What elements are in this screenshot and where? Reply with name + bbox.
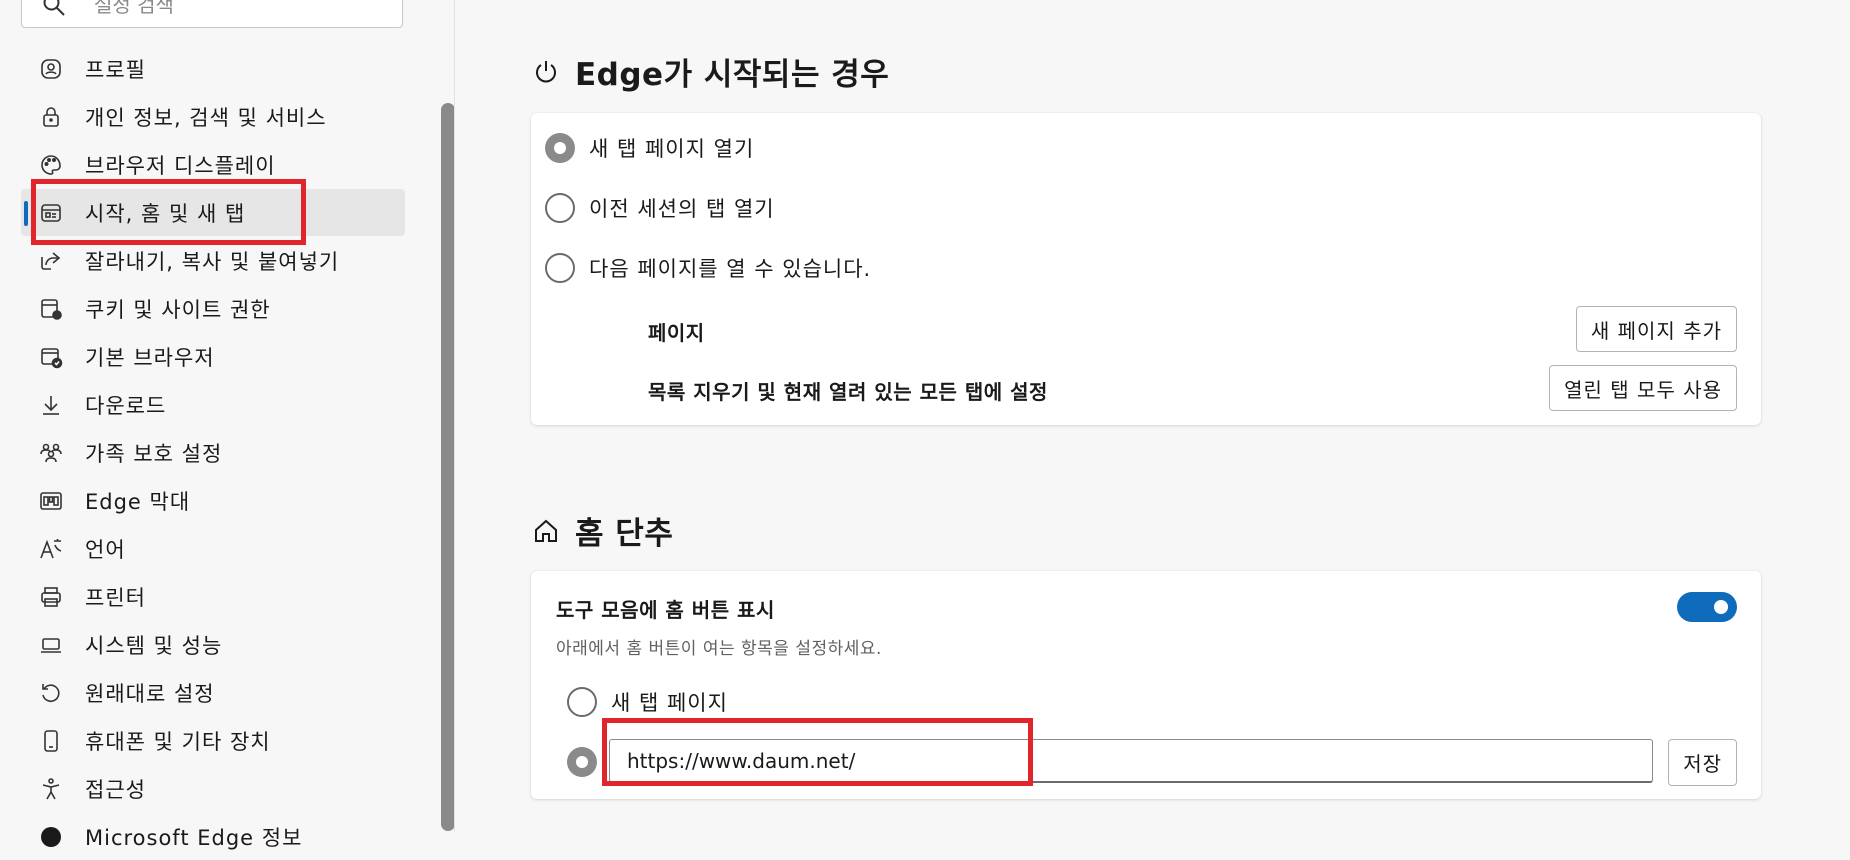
sidebar-item-profile[interactable]: 프로필	[21, 45, 405, 92]
radio-label: 새 탭 페이지 열기	[589, 137, 755, 161]
home-card: 도구 모음에 홈 버튼 표시 아래에서 홈 버튼이 여는 항목을 설정하세요. …	[531, 571, 1761, 799]
laptop-icon	[39, 633, 63, 657]
sidebar-item-accessibility[interactable]: 접근성	[21, 765, 405, 812]
sidebar-item-label: 시스템 및 성능	[85, 633, 223, 658]
sidebar-item-about-edge[interactable]: Microsoft Edge 정보	[21, 813, 405, 860]
sidebar-item-label: 가족 보호 설정	[85, 441, 223, 466]
home-url-input[interactable]	[609, 739, 1653, 783]
phone-icon	[39, 729, 63, 753]
use-all-open-tabs-button[interactable]: 열린 탭 모두 사용	[1549, 365, 1737, 411]
radio-button[interactable]	[545, 253, 575, 283]
sidebar-item-edge-bar[interactable]: Edge 막대	[21, 477, 405, 524]
sidebar-item-label: 언어	[85, 537, 126, 562]
clear-and-use-tabs-label: 목록 지우기 및 현재 열려 있는 모든 탭에 설정	[648, 380, 1048, 404]
sidebar-item-label: 원래대로 설정	[85, 681, 215, 706]
startup-option-restore-session[interactable]: 이전 세션의 탭 열기	[545, 193, 775, 223]
sidebar-item-start-home-newtab[interactable]: 시작, 홈 및 새 탭	[21, 189, 405, 236]
sidebar-item-appearance[interactable]: 브라우저 디스플레이	[21, 141, 405, 188]
sidebar-item-downloads[interactable]: 다운로드	[21, 381, 405, 428]
startup-card: 새 탭 페이지 열기 이전 세션의 탭 열기 다음 페이지를 열 수 있습니다.…	[531, 113, 1761, 425]
sidebar-item-label: 프로필	[85, 57, 146, 82]
sidebar-item-label: 접근성	[85, 777, 146, 802]
palette-icon	[39, 153, 63, 177]
sidebar-item-phone-devices[interactable]: 휴대폰 및 기타 장치	[21, 717, 405, 764]
sidebar-item-label: 다운로드	[85, 393, 167, 418]
radio-label: 새 탭 페이지	[611, 691, 728, 715]
settings-search-input[interactable]	[92, 0, 386, 19]
sidebar-item-label: 브라우저 디스플레이	[85, 153, 276, 178]
sidebar-item-privacy[interactable]: 개인 정보, 검색 및 서비스	[21, 93, 405, 140]
sidebar-item-label: Microsoft Edge 정보	[85, 825, 303, 850]
show-home-button-description: 아래에서 홈 버튼이 여는 항목을 설정하세요.	[556, 639, 882, 659]
sidebar-item-default-browser[interactable]: 기본 브라우저	[21, 333, 405, 380]
radio-label: 다음 페이지를 열 수 있습니다.	[589, 257, 872, 281]
show-home-button-label: 도구 모음에 홈 버튼 표시	[556, 598, 775, 622]
sidebar-item-label: 쿠키 및 사이트 권한	[85, 297, 271, 322]
settings-search-box[interactable]	[21, 0, 403, 28]
reset-icon	[39, 681, 63, 705]
startup-section-title: Edge가 시작되는 경우	[533, 49, 889, 94]
home-option-new-tab[interactable]: 새 탭 페이지	[567, 687, 728, 717]
startup-title-text: Edge가 시작되는 경우	[575, 57, 890, 93]
edge-logo-icon	[39, 825, 63, 849]
power-icon	[533, 59, 559, 85]
sidebar-item-label: 프린터	[85, 585, 146, 610]
sidebar-item-cookies-permissions[interactable]: 쿠키 및 사이트 권한	[21, 285, 405, 332]
home-title-text: 홈 단추	[575, 516, 674, 552]
family-icon	[39, 441, 63, 465]
printer-icon	[39, 585, 63, 609]
sidebar-item-label: 기본 브라우저	[85, 345, 215, 370]
download-icon	[39, 393, 63, 417]
radio-button-checked[interactable]	[567, 747, 597, 777]
home-icon	[533, 518, 559, 544]
sidebar-item-family[interactable]: 가족 보호 설정	[21, 429, 405, 476]
radio-button-checked[interactable]	[545, 133, 575, 163]
start-home-icon	[39, 201, 63, 225]
sidebar-item-printers[interactable]: 프린터	[21, 573, 405, 620]
radio-button[interactable]	[545, 193, 575, 223]
sidebar-divider	[454, 0, 455, 831]
startup-option-specific-pages[interactable]: 다음 페이지를 열 수 있습니다.	[545, 253, 871, 283]
sidebar-item-label: Edge 막대	[85, 489, 191, 514]
sidebar-scrollbar-thumb[interactable]	[441, 103, 455, 831]
add-new-page-button[interactable]: 새 페이지 추가	[1575, 306, 1737, 352]
home-section-title: 홈 단추	[533, 508, 673, 553]
sidebar-item-label: 시작, 홈 및 새 탭	[85, 201, 246, 226]
search-icon	[42, 0, 66, 17]
sidebar-item-share-copy-paste[interactable]: 잘라내기, 복사 및 붙여넣기	[21, 237, 405, 284]
active-indicator	[24, 201, 28, 226]
radio-button[interactable]	[567, 687, 597, 717]
radio-label: 이전 세션의 탭 열기	[589, 197, 775, 221]
cookie-settings-icon	[39, 297, 63, 321]
sidebar-item-reset[interactable]: 원래대로 설정	[21, 669, 405, 716]
default-browser-icon	[39, 345, 63, 369]
save-button[interactable]: 저장	[1668, 739, 1737, 786]
show-home-button-toggle[interactable]	[1677, 592, 1737, 622]
language-icon	[39, 537, 63, 561]
sidebar-item-languages[interactable]: 언어	[21, 525, 405, 572]
sidebar-item-system[interactable]: 시스템 및 성능	[21, 621, 405, 668]
pages-label: 페이지	[648, 321, 705, 345]
sidebar-item-label: 휴대폰 및 기타 장치	[85, 729, 271, 754]
share-icon	[39, 249, 63, 273]
settings-sidebar: 프로필 개인 정보, 검색 및 서비스 브라우저 디스플레이 시작, 홈 및 새…	[0, 0, 440, 850]
lock-icon	[39, 105, 63, 129]
sidebar-item-label: 잘라내기, 복사 및 붙여넣기	[85, 249, 340, 274]
home-option-url[interactable]	[567, 747, 597, 777]
accessibility-icon	[39, 777, 63, 801]
startup-option-new-tab[interactable]: 새 탭 페이지 열기	[545, 133, 754, 163]
profile-icon	[39, 57, 63, 81]
edge-bar-icon	[39, 489, 63, 513]
sidebar-item-label: 개인 정보, 검색 및 서비스	[85, 105, 327, 130]
